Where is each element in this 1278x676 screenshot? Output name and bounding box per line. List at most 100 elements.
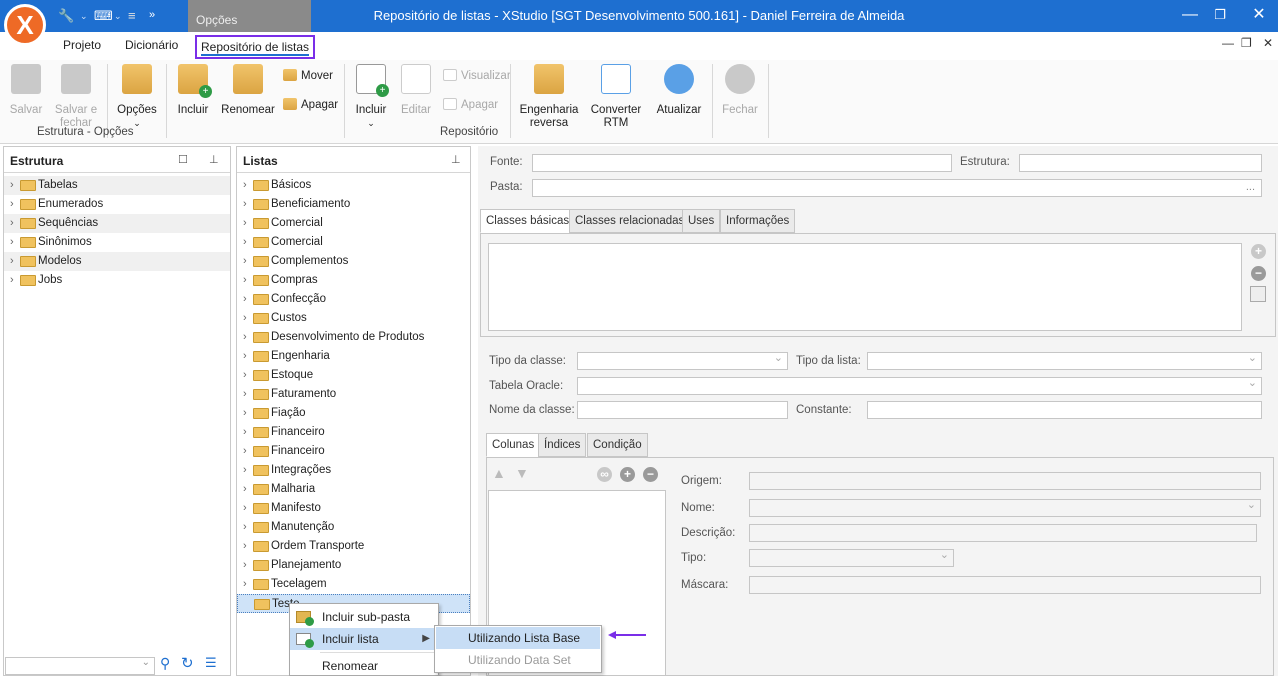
tree-item[interactable]: › Malharia	[237, 480, 470, 499]
search-icon[interactable]: ⚲	[160, 655, 170, 672]
tree-item[interactable]: › Jobs	[4, 271, 230, 290]
tree-item[interactable]: › Fiação	[237, 404, 470, 423]
chevron-right-icon[interactable]: ›	[10, 271, 14, 290]
maximize-icon[interactable]: ❐	[1205, 4, 1235, 26]
tree-item[interactable]: › Sequências	[4, 214, 230, 233]
chevron-right-icon[interactable]: ›	[243, 366, 247, 385]
tipo-lista-select[interactable]	[867, 351, 1262, 370]
tree-item[interactable]: › Enumerados	[4, 195, 230, 214]
mover-button[interactable]: Mover	[283, 67, 333, 85]
chevron-right-icon[interactable]: ›	[243, 290, 247, 309]
classes-list[interactable]	[488, 243, 1242, 331]
pasta-field[interactable]	[532, 179, 1262, 197]
refresh-icon[interactable]: ↻	[181, 654, 194, 672]
tab-classes-relacionadas[interactable]: Classes relacionadas	[569, 209, 691, 233]
link-icon[interactable]: ∞	[597, 467, 612, 482]
pin-icon[interactable]: ⊥	[451, 153, 461, 166]
tree-item[interactable]: › Comercial	[237, 214, 470, 233]
incluir-lista-button[interactable]: + Incluir ⌄	[352, 64, 390, 130]
chevron-right-icon[interactable]: ›	[243, 404, 247, 423]
minimize-icon[interactable]: —	[1175, 4, 1205, 26]
chevron-right-icon[interactable]: ›	[243, 385, 247, 404]
apagar-button[interactable]: Apagar	[283, 96, 338, 114]
tree-item[interactable]: › Engenharia	[237, 347, 470, 366]
renomear-button[interactable]: Renomear	[221, 64, 275, 117]
chevron-right-icon[interactable]: ›	[243, 328, 247, 347]
chevron-right-icon[interactable]: ›	[243, 195, 247, 214]
estrutura-field[interactable]	[1019, 154, 1262, 172]
chevron-right-icon[interactable]: ›	[243, 575, 247, 594]
tree-item[interactable]: › Beneficiamento	[237, 195, 470, 214]
chevron-right-icon[interactable]: ›	[243, 214, 247, 233]
database-icon[interactable]: ≡	[128, 8, 136, 23]
chevron-right-icon[interactable]: ›	[243, 461, 247, 480]
chevron-right-icon[interactable]: ›	[243, 233, 247, 252]
search-input[interactable]: ⌄	[5, 657, 155, 675]
remove-icon[interactable]: −	[1251, 266, 1266, 281]
close-icon[interactable]: ✕	[1244, 4, 1274, 26]
converter-rtm-button[interactable]: Converter RTM	[588, 64, 644, 130]
submenu-item-data-set[interactable]: Utilizando Data Set	[436, 649, 600, 671]
incluir-button[interactable]: + Incluir	[174, 64, 212, 117]
tab-projeto[interactable]: Projeto	[63, 38, 101, 52]
context-tab-opcoes[interactable]: Opções	[188, 0, 311, 32]
tab-dicionario[interactable]: Dicionário	[125, 38, 178, 52]
tree-item[interactable]: › Compras	[237, 271, 470, 290]
tree-item[interactable]: › Complementos	[237, 252, 470, 271]
move-down-icon[interactable]: ▼	[515, 465, 529, 481]
chevron-right-icon[interactable]: ›	[243, 347, 247, 366]
atualizar-button[interactable]: Atualizar	[654, 64, 704, 117]
wrench-icon[interactable]: 🔧	[58, 8, 74, 24]
move-up-icon[interactable]: ▲	[492, 465, 506, 481]
tipo-select[interactable]	[749, 548, 954, 567]
tab-informacoes[interactable]: Informações	[720, 209, 796, 233]
chevron-right-icon[interactable]: ›	[243, 480, 247, 499]
chevron-right-icon[interactable]: ›	[10, 252, 14, 271]
chevron-right-icon[interactable]: ›	[243, 252, 247, 271]
nome-classe-field[interactable]	[577, 401, 788, 419]
descricao-field[interactable]	[749, 524, 1257, 542]
pin-icon[interactable]: ⊥	[209, 153, 219, 166]
chevron-right-icon[interactable]: ›	[243, 556, 247, 575]
chevron-right-icon[interactable]: ›	[10, 176, 14, 195]
copy-icon[interactable]	[1250, 286, 1266, 302]
tree-item[interactable]: › Custos	[237, 309, 470, 328]
app-logo[interactable]: X	[4, 4, 46, 46]
tree-item[interactable]: › Manifesto	[237, 499, 470, 518]
tab-repositorio-listas[interactable]: Repositório de listas	[195, 35, 316, 59]
menu-item-incluir-subpasta[interactable]: Incluir sub-pasta	[290, 606, 438, 628]
tab-uses[interactable]: Uses	[682, 209, 721, 233]
fonte-field[interactable]	[532, 154, 952, 172]
tree-item[interactable]: › Faturamento	[237, 385, 470, 404]
tab-indices[interactable]: Índices	[538, 433, 587, 457]
chevron-down-icon[interactable]: ⌄	[142, 657, 150, 668]
keyboard-icon[interactable]: ⌨	[94, 8, 113, 24]
chevron-right-icon[interactable]: ›	[10, 214, 14, 233]
fechar-button[interactable]: Fechar	[720, 64, 760, 117]
tree-item[interactable]: › Estoque	[237, 366, 470, 385]
add-column-icon[interactable]: +	[620, 467, 635, 482]
dropdown-icon-2[interactable]: ⌄	[114, 11, 122, 22]
chevron-right-icon[interactable]: ›	[243, 271, 247, 290]
more-icon[interactable]: »	[149, 9, 155, 21]
tree-item[interactable]: › Básicos	[237, 176, 470, 195]
chevron-right-icon[interactable]: ›	[243, 537, 247, 556]
tree-item[interactable]: › Confecção	[237, 290, 470, 309]
visualizar-button[interactable]: Visualizar	[443, 67, 511, 85]
menu-item-incluir-lista[interactable]: Incluir lista ▶	[290, 628, 438, 650]
filter-icon[interactable]: ☰	[205, 655, 217, 671]
nome-select[interactable]	[749, 498, 1261, 517]
tree-item[interactable]: › Tabelas	[4, 176, 230, 195]
tab-condicao[interactable]: Condição	[587, 433, 648, 457]
tree-item[interactable]: › Financeiro	[237, 442, 470, 461]
chevron-right-icon[interactable]: ›	[243, 518, 247, 537]
apagar-lista-button[interactable]: Apagar	[443, 96, 498, 114]
submenu-item-lista-base[interactable]: Utilizando Lista Base	[436, 627, 600, 649]
chevron-right-icon[interactable]: ›	[243, 423, 247, 442]
chevron-right-icon[interactable]: ›	[10, 233, 14, 252]
tab-classes-basicas[interactable]: Classes básicas	[480, 209, 576, 233]
tab-colunas[interactable]: Colunas	[486, 433, 541, 457]
tipo-classe-select[interactable]	[577, 351, 788, 370]
add-icon[interactable]: +	[1251, 244, 1266, 259]
chevron-right-icon[interactable]: ›	[243, 442, 247, 461]
